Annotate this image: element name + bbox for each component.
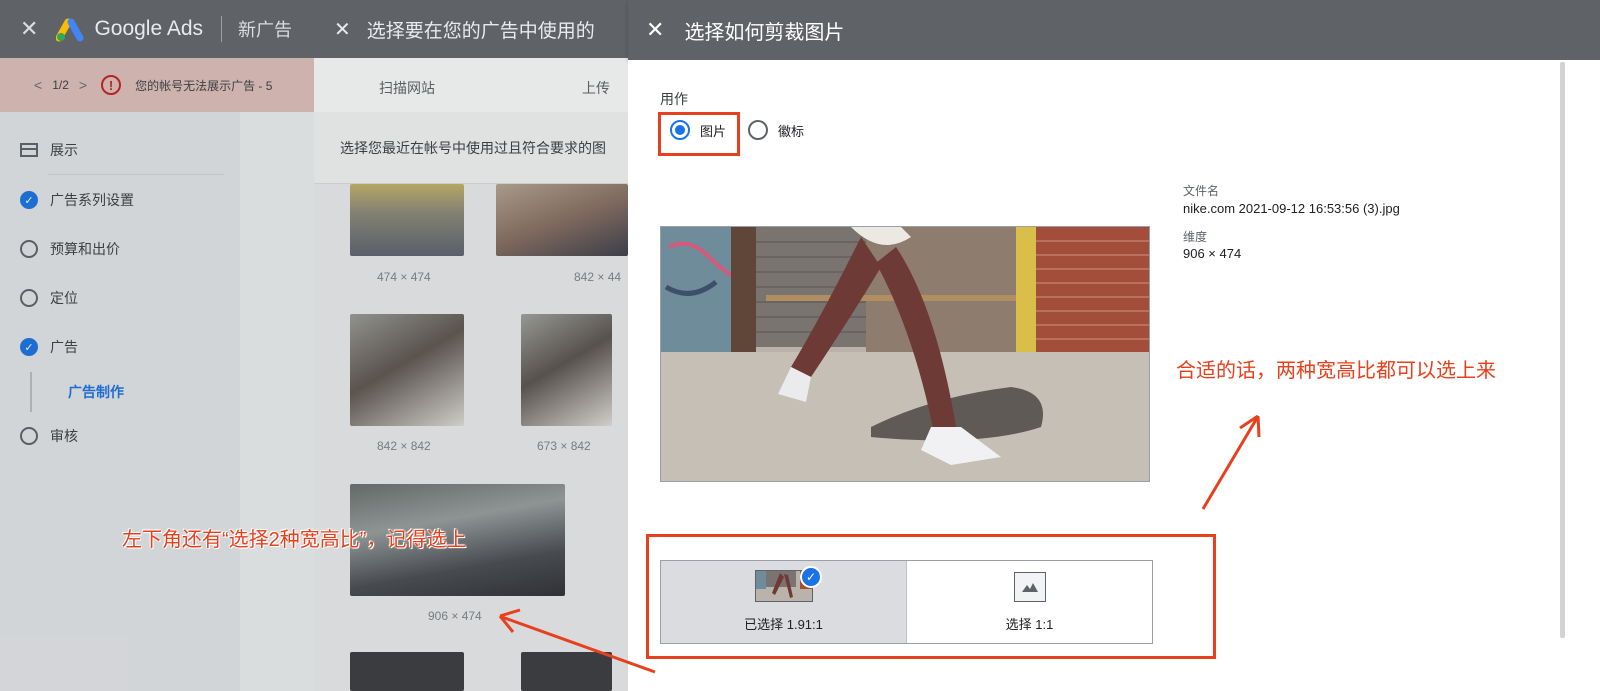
campaign-title: 新广告 xyxy=(238,20,293,40)
highlight-box xyxy=(658,112,740,156)
crop-dialog-header: ✕ 选择如何剪裁图片 xyxy=(628,0,1600,60)
prev-notice-icon[interactable]: < xyxy=(34,77,42,93)
media-dialog-title: 选择要在您的广告中使用的 xyxy=(366,20,595,42)
logo-text: Google Ads xyxy=(94,17,204,40)
dimension-value: 906 × 474 xyxy=(1183,246,1242,261)
warning-icon: ! xyxy=(101,75,122,95)
nav-item-label: 预算和出价 xyxy=(50,241,120,257)
nav-item-label: 广告 xyxy=(50,339,78,355)
nav-item-review[interactable]: 审核 xyxy=(20,426,78,446)
nav-item-label: 展示 xyxy=(50,142,78,158)
tab-upload[interactable]: 上传 xyxy=(582,78,610,98)
annotation-right: 合适的话，两种宽高比都可以选上来 xyxy=(1176,360,1496,382)
nav-subitem-label: 广告制作 xyxy=(68,384,124,400)
google-ads-logo-icon xyxy=(56,18,84,42)
highlight-box xyxy=(646,534,1216,659)
scrollbar[interactable] xyxy=(1560,62,1565,638)
nav-item-label: 审核 xyxy=(50,428,78,444)
circle-icon xyxy=(20,289,38,307)
radio-logo-label[interactable]: 徽标 xyxy=(778,121,804,140)
image-dimension: 474 × 474 xyxy=(377,270,431,284)
nav-item-ads[interactable]: ✓ 广告 xyxy=(20,337,78,357)
notice-text[interactable]: 您的帐号无法展示广告 - 5 xyxy=(135,77,272,94)
nav-item-targeting[interactable]: 定位 xyxy=(20,288,78,308)
annotation-left: 左下角还有“选择2种宽高比”，记得选上 xyxy=(122,529,467,551)
nav-subitem-ad-creation[interactable]: 广告制作 xyxy=(30,372,124,412)
nav-item-campaign-settings[interactable]: ✓ 广告系列设置 xyxy=(20,190,134,210)
circle-icon xyxy=(20,427,38,445)
divider xyxy=(221,16,223,42)
crop-preview-image[interactable] xyxy=(660,226,1150,482)
image-dimension: 906 × 474 xyxy=(428,609,482,623)
image-thumbnail[interactable] xyxy=(496,184,628,256)
image-thumbnail[interactable] xyxy=(521,652,612,691)
image-thumbnail[interactable] xyxy=(350,314,464,426)
google-ads-logo: Google Ads xyxy=(56,16,203,42)
media-dialog-header: ✕ 选择要在您的广告中使用的 xyxy=(314,0,628,58)
tab-scan-website[interactable]: 扫描网站 xyxy=(379,78,435,98)
dimension-label: 维度 xyxy=(1183,230,1208,244)
account-notice-bar: < 1/2 > ! 您的帐号无法展示广告 - 5 xyxy=(0,58,320,112)
crop-dialog-title: 选择如何剪裁图片 xyxy=(684,21,845,44)
image-thumbnail[interactable] xyxy=(521,314,612,426)
radio-logo[interactable] xyxy=(748,120,769,140)
usage-label: 用作 xyxy=(660,91,688,107)
next-notice-icon[interactable]: > xyxy=(79,77,87,93)
file-name-value: nike.com 2021-09-12 16:53:56 (3).jpg xyxy=(1183,201,1400,216)
divider xyxy=(48,174,224,175)
image-thumbnail[interactable] xyxy=(350,184,464,256)
image-dimension: 842 × 842 xyxy=(377,439,431,453)
nav-item-display[interactable]: 展示 xyxy=(20,140,78,160)
close-icon[interactable]: ✕ xyxy=(334,17,351,42)
close-icon[interactable]: ✕ xyxy=(20,16,38,42)
nav-item-label: 定位 xyxy=(50,290,78,306)
image-dimension: 673 × 842 xyxy=(537,439,591,453)
nav-item-budget[interactable]: 预算和出价 xyxy=(20,239,120,259)
image-thumbnail[interactable] xyxy=(350,652,464,691)
check-icon: ✓ xyxy=(20,338,38,356)
media-dialog-info: 选择您最近在帐号中使用过且符合要求的图 xyxy=(314,112,628,184)
media-dialog-tabs: 扫描网站 上传 xyxy=(314,58,628,112)
notice-page: 1/2 xyxy=(52,78,69,92)
check-icon: ✓ xyxy=(20,191,38,209)
display-icon xyxy=(20,143,38,157)
nav-item-label: 广告系列设置 xyxy=(50,192,134,208)
circle-icon xyxy=(20,240,38,258)
image-dimension: 842 × 44 xyxy=(574,270,622,284)
close-icon[interactable]: ✕ xyxy=(646,17,664,43)
left-nav: 展示 ✓ 广告系列设置 预算和出价 定位 ✓ 广告 广告制作 审核 xyxy=(0,112,240,691)
preview-photo xyxy=(661,227,1149,481)
file-name-label: 文件名 xyxy=(1183,184,1220,198)
